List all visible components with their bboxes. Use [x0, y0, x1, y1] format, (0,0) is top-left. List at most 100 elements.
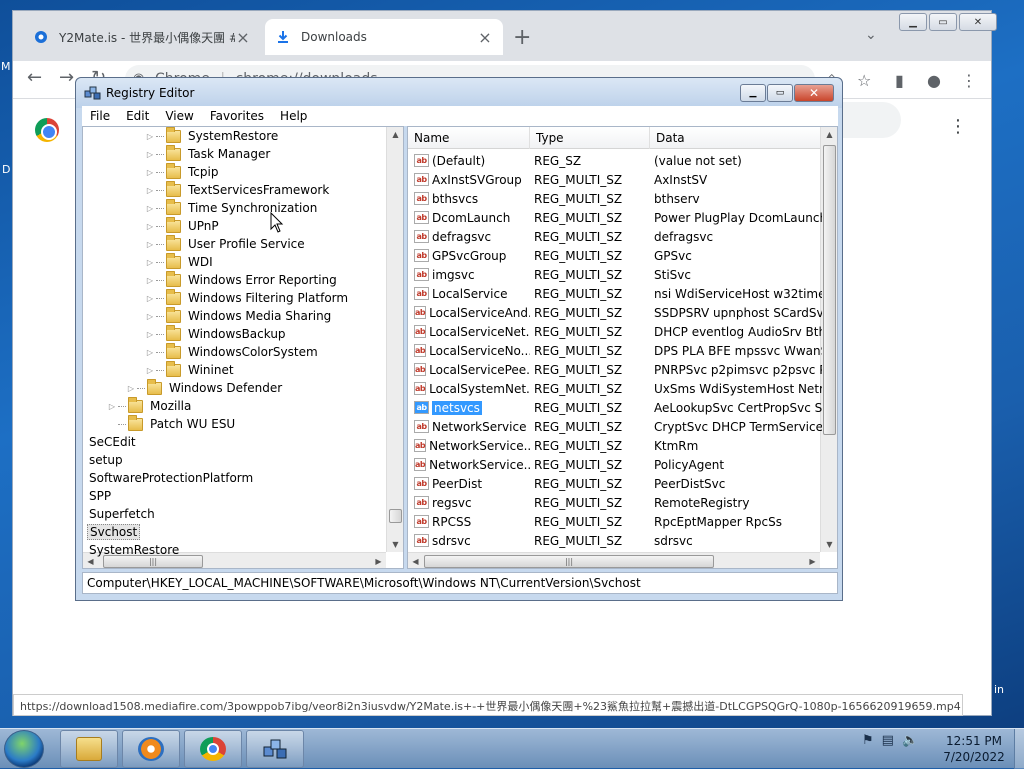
tree-key[interactable]: Patch WU ESU	[106, 414, 237, 433]
side-panel-icon[interactable]: ▮	[895, 71, 904, 90]
tree-key[interactable]: ▷ WindowsColorSystem	[144, 342, 320, 361]
expand-arrow-icon[interactable]: ▷	[144, 240, 156, 249]
expand-arrow-icon[interactable]: ▷	[144, 204, 156, 213]
tree-key[interactable]: ▷ UPnP	[144, 216, 221, 235]
value-row[interactable]: ab NetworkService... REG_MULTI_SZ PolicyAge…	[408, 455, 822, 474]
value-row[interactable]: ab bthsvcs REG_MULTI_SZ bthserv	[408, 189, 822, 208]
scroll-left-arrow-icon[interactable]: ◀	[408, 553, 423, 568]
title-bar[interactable]: Registry Editor ▁ ▭ ✕	[76, 78, 842, 108]
scroll-up-arrow-icon[interactable]: ▲	[387, 127, 403, 142]
minimize-button[interactable]: ▁	[899, 13, 927, 31]
column-type[interactable]: Type	[530, 127, 650, 149]
values-list-pane[interactable]: Name Type Data ▲ ▼ ◀ ||| ▶ ab (Default) RE…	[407, 126, 838, 569]
value-row[interactable]: ab imgsvc REG_MULTI_SZ StiSvc	[408, 265, 822, 284]
new-tab-icon[interactable]: +	[513, 25, 531, 50]
value-row[interactable]: ab NetworkService... REG_MULTI_SZ KtmRm	[408, 436, 822, 455]
close-tab-icon[interactable]: ×	[235, 28, 251, 47]
scroll-thumb[interactable]	[823, 145, 836, 435]
tree-key[interactable]: ▷ SystemRestore	[144, 127, 280, 145]
maximize-button[interactable]: ▭	[767, 84, 793, 102]
tab-downloads[interactable]: Downloads ×	[265, 19, 503, 55]
tree-key[interactable]: ▷ TextServicesFramework	[144, 180, 331, 199]
menu-edit[interactable]: Edit	[118, 109, 157, 123]
scroll-thumb[interactable]: |||	[424, 555, 714, 568]
value-row[interactable]: ab NetworkService REG_MULTI_SZ CryptSvc DHC…	[408, 417, 822, 436]
expand-arrow-icon[interactable]: ▷	[144, 348, 156, 357]
value-row[interactable]: ab (Default) REG_SZ (value not set)	[408, 151, 822, 170]
tree-key[interactable]: SPP	[87, 487, 113, 505]
tree-key[interactable]: Superfetch	[87, 505, 157, 523]
value-row[interactable]: ab AxInstSVGroup REG_MULTI_SZ AxInstSV	[408, 170, 822, 189]
expand-arrow-icon[interactable]: ▷	[144, 186, 156, 195]
action-center-flag-icon[interactable]: ⚑	[862, 733, 874, 748]
taskbar-registry-editor[interactable]	[246, 730, 304, 768]
tree-key[interactable]: ▷ Tcpip	[144, 162, 220, 181]
menu-help[interactable]: Help	[272, 109, 315, 123]
tree-key[interactable]: ▷ Windows Error Reporting	[144, 270, 339, 289]
column-data[interactable]: Data	[650, 127, 822, 149]
maximize-button[interactable]: ▭	[929, 13, 957, 31]
taskbar-media-player[interactable]	[122, 730, 180, 768]
expand-arrow-icon[interactable]: ▷	[125, 384, 137, 393]
value-row[interactable]: ab LocalServicePee... REG_MULTI_SZ PNRPSvc …	[408, 360, 822, 379]
downloads-search-field[interactable]	[841, 102, 901, 138]
close-button[interactable]: ✕	[959, 13, 997, 31]
close-button[interactable]: ✕	[794, 84, 834, 102]
tree-key[interactable]: Svchost	[87, 523, 141, 541]
taskbar-google-chrome[interactable]	[184, 730, 242, 768]
value-row[interactable]: ab PeerDist REG_MULTI_SZ PeerDistSvc	[408, 474, 822, 493]
minimize-button[interactable]: ▁	[740, 84, 766, 102]
expand-arrow-icon[interactable]: ▷	[106, 402, 118, 411]
menu-file[interactable]: File	[82, 109, 118, 123]
forward-icon[interactable]: →	[59, 67, 74, 88]
tree-key[interactable]: ▷ Time Synchronization	[144, 198, 319, 217]
taskbar-windows-explorer[interactable]	[60, 730, 118, 768]
expand-arrow-icon[interactable]: ▷	[144, 366, 156, 375]
scroll-down-arrow-icon[interactable]: ▼	[821, 537, 837, 552]
key-tree-pane[interactable]: ▲ ▼ ◀ ||| ▶ ▷ SystemRestore ▷ Task Manager ▷…	[82, 126, 404, 569]
volume-icon[interactable]: 🔈	[902, 733, 918, 748]
value-row[interactable]: ab RPCSS REG_MULTI_SZ RpcEptMapper RpcSs	[408, 512, 822, 531]
scroll-up-arrow-icon[interactable]: ▲	[821, 127, 837, 142]
bookmark-star-icon[interactable]: ☆	[857, 71, 871, 90]
tree-key[interactable]: ▷ Windows Filtering Platform	[144, 288, 350, 307]
value-row[interactable]: ab LocalService REG_MULTI_SZ nsi WdiService…	[408, 284, 822, 303]
tree-key[interactable]: ▷ Windows Media Sharing	[144, 306, 333, 325]
profile-avatar-icon[interactable]: ●	[927, 71, 941, 90]
value-row[interactable]: ab regsvc REG_MULTI_SZ RemoteRegistry	[408, 493, 822, 512]
expand-arrow-icon[interactable]: ▷	[144, 330, 156, 339]
tree-vertical-scrollbar[interactable]: ▲ ▼	[386, 127, 403, 552]
network-icon[interactable]: ▤	[882, 733, 894, 748]
tab-search-chevron-icon[interactable]: ⌄	[865, 27, 877, 43]
tree-key[interactable]: ▷ WindowsBackup	[144, 324, 288, 343]
expand-arrow-icon[interactable]: ▷	[144, 168, 156, 177]
list-horizontal-scrollbar[interactable]: ◀ ||| ▶	[408, 552, 820, 568]
tree-key[interactable]: ▷ Windows Defender	[125, 378, 284, 397]
tree-key[interactable]: setup	[87, 451, 125, 469]
expand-arrow-icon[interactable]: ▷	[144, 276, 156, 285]
tab-y2mate[interactable]: Y2Mate.is - 世界最小偶像天團 #鯊 ×	[23, 19, 261, 55]
chrome-menu-icon[interactable]: ⋮	[961, 71, 977, 90]
downloads-menu-icon[interactable]: ⋮	[949, 116, 967, 137]
clock[interactable]: 12:51 PM 7/20/2022	[938, 733, 1010, 765]
value-row[interactable]: ab LocalServiceAnd... REG_MULTI_SZ SSDPSRV …	[408, 303, 822, 322]
value-row[interactable]: ab sdrsvc REG_MULTI_SZ sdrsvc	[408, 531, 822, 550]
back-icon[interactable]: ←	[27, 67, 42, 88]
scroll-thumb[interactable]	[389, 509, 402, 523]
scroll-down-arrow-icon[interactable]: ▼	[387, 537, 403, 552]
tree-key[interactable]: ▷ Wininet	[144, 360, 236, 379]
show-desktop-button[interactable]	[1014, 729, 1024, 769]
column-name[interactable]: Name	[408, 127, 530, 149]
expand-arrow-icon[interactable]: ▷	[144, 312, 156, 321]
value-row[interactable]: ab netsvcs REG_MULTI_SZ AeLookupSvc CertPro…	[408, 398, 822, 417]
value-row[interactable]: ab GPSvcGroup REG_MULTI_SZ GPSvc	[408, 246, 822, 265]
value-row[interactable]: ab LocalServiceNo... REG_MULTI_SZ DPS PLA B…	[408, 341, 822, 360]
scroll-right-arrow-icon[interactable]: ▶	[371, 553, 386, 568]
expand-arrow-icon[interactable]: ▷	[144, 150, 156, 159]
value-row[interactable]: ab LocalServiceNet... REG_MULTI_SZ DHCP eve…	[408, 322, 822, 341]
scroll-right-arrow-icon[interactable]: ▶	[805, 553, 820, 568]
tree-key[interactable]: ▷ User Profile Service	[144, 234, 307, 253]
value-row[interactable]: ab defragsvc REG_MULTI_SZ defragsvc	[408, 227, 822, 246]
menu-view[interactable]: View	[157, 109, 201, 123]
tree-key[interactable]: ▷ WDI	[144, 252, 215, 271]
